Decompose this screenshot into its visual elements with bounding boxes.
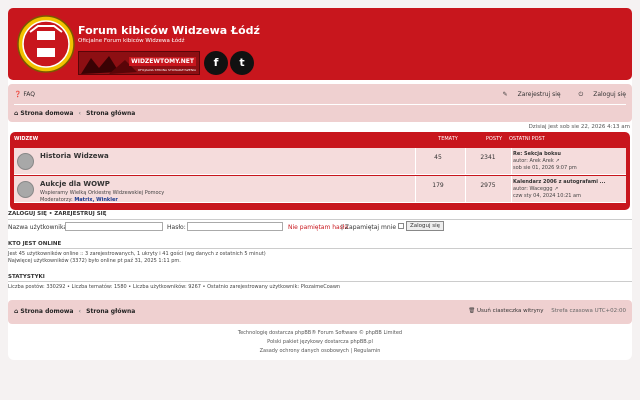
view-post-icon[interactable]: ↗: [555, 158, 559, 164]
section-divider: [8, 248, 632, 249]
forum-row: Aukcje dla WOWP Wspieramy Wielką Orkiest…: [14, 176, 626, 203]
last-post-title[interactable]: Re: Sekcja boksu: [513, 151, 561, 157]
edit-icon: ✎: [502, 91, 508, 98]
forum-title[interactable]: Aukcje dla WOWP: [40, 180, 110, 188]
column-divider: [465, 148, 466, 175]
widzewtomy-banner[interactable]: WIDZEWTOMY.NET OFICJALNA STRONA STOWARZY…: [78, 51, 200, 75]
crumb-separator: ‹: [78, 308, 82, 315]
last-post-header: OSTATNI POST: [509, 136, 545, 142]
footer-breadcrumb: ⌂ Strona domowa ‹ Strona główna: [14, 308, 135, 315]
login-label: Zaloguj się: [593, 91, 626, 98]
column-divider: [415, 148, 416, 175]
forum-title[interactable]: Historia Widzewa: [40, 152, 109, 160]
category-title[interactable]: WIDZEW: [14, 136, 38, 142]
faq-link[interactable]: ❓ FAQ: [14, 91, 35, 98]
delete-cookies-link[interactable]: Usuń ciasteczka witryny: [477, 308, 544, 314]
footer-right-links: 🗑 Usuń ciasteczka witryny Strefa czasowa…: [468, 308, 626, 314]
register-link[interactable]: ✎ Zarejestruj się: [495, 91, 561, 98]
faq-label: FAQ: [23, 91, 36, 98]
online-section-title: KTO JEST ONLINE: [8, 241, 62, 247]
timezone-label: Strefa czasowa UTC+02:00: [551, 308, 626, 314]
twitter-link[interactable]: t: [230, 51, 254, 75]
forum-last-post: Re: Sekcja boksu autor: Arek Arek ↗ sob …: [513, 151, 577, 172]
statistics-title: STATYSTYKI: [8, 274, 45, 280]
crumb-separator: ‹: [78, 110, 82, 117]
home-icon: ⌂: [14, 110, 19, 117]
home-icon: ⌂: [14, 308, 19, 315]
phpbb-credit[interactable]: Technologię dostarcza phpBB® Forum Softw…: [8, 330, 632, 336]
password-label: Hasło:: [167, 224, 186, 231]
remember-me-label: | Zapamiętaj mnie: [341, 224, 397, 231]
moderators-names[interactable]: Matrix, Winkler: [74, 197, 117, 203]
forum-description: Wspieramy Wielką Orkiestrę Widzewskiej P…: [40, 190, 165, 196]
moderators-label: Moderatorzy:: [40, 197, 73, 203]
last-post-date: sob sie 01, 2026 9:07 pm: [513, 165, 577, 171]
crumb-main[interactable]: Strona główna: [86, 308, 135, 315]
online-record-text: Najwięcej użytkowników (3372) było onlin…: [8, 258, 181, 264]
login-link[interactable]: ⏻ Zaloguj się: [571, 91, 626, 98]
login-section-title[interactable]: ZALOGUJ SIĘ • ZAREJESTRUJ SIĘ: [8, 211, 106, 217]
language-pack-credit[interactable]: Polski pakiet językowy dostarcza phpBB.p…: [8, 339, 632, 345]
section-divider: [8, 281, 632, 282]
forum-topics-count: 179: [432, 182, 444, 189]
last-post-title[interactable]: Kalendarz 2006 z autografami ...: [513, 179, 605, 185]
forum-read-icon: [17, 181, 34, 198]
current-date: Dzisiaj jest sob sie 22, 2026 4:13 am: [528, 124, 630, 130]
online-users-text: Jest 45 użytkowników online :: 3 zarejes…: [8, 251, 266, 257]
nav-links-row: ❓ FAQ ✎ Zarejestruj się ⏻ Zaloguj się: [14, 91, 626, 101]
nav-bar: ❓ FAQ ✎ Zarejestruj się ⏻ Zaloguj się ⌂ …: [8, 84, 632, 122]
register-label: Zarejestruj się: [517, 91, 561, 98]
forum-row: Historia Widzewa 45 2341 Re: Sekcja boks…: [14, 148, 626, 175]
username-label: Nazwa użytkownika:: [8, 224, 70, 231]
crumb-home[interactable]: Strona domowa: [20, 110, 73, 117]
banner-subtitle: OFICJALNA STRONA STOWARZYSZENIA: [137, 68, 196, 72]
last-post-date: czw sty 04, 2024 10:21 am: [513, 193, 581, 199]
forum-moderators: Moderatorzy: Matrix, Winkler: [40, 197, 118, 203]
crumb-main[interactable]: Strona główna: [86, 110, 135, 117]
login-button[interactable]: Zaloguj się: [406, 221, 445, 231]
facebook-icon: f: [213, 56, 219, 69]
help-icon: ❓: [14, 91, 22, 98]
nav-account-links: ✎ Zarejestruj się ⏻ Zaloguj się: [487, 91, 626, 99]
statistics-text: Liczba postów: 330292 • Liczba tematów: …: [8, 284, 341, 290]
forgot-password-link[interactable]: Nie pamiętam hasła: [288, 224, 348, 231]
forum-last-post: Kalendarz 2006 z autografami ... autor: …: [513, 179, 605, 200]
username-input[interactable]: [65, 222, 163, 231]
forum-read-icon: [17, 153, 34, 170]
site-description: Oficjalne Forum kibiców Widzewa Łódź: [78, 38, 185, 44]
facebook-link[interactable]: f: [204, 51, 228, 75]
crumb-home[interactable]: Strona domowa: [20, 308, 73, 315]
column-divider: [511, 176, 512, 203]
site-title[interactable]: Forum kibiców Widzewa Łódź: [78, 24, 260, 37]
footer-nav-bar: ⌂ Strona domowa ‹ Strona główna 🗑 Usuń c…: [8, 300, 632, 324]
forum-list-header: WIDZEW TEMATY POSTY OSTATNI POST: [10, 136, 630, 144]
forum-list: WIDZEW TEMATY POSTY OSTATNI POST Histori…: [10, 132, 630, 210]
club-crest-logo[interactable]: [16, 14, 76, 74]
breadcrumb: ⌂ Strona domowa ‹ Strona główna: [14, 110, 135, 117]
last-post-author[interactable]: autor: Arek Arek: [513, 158, 554, 164]
twitter-icon: t: [239, 56, 245, 69]
banner-label: WIDZEWTOMY.NET: [129, 57, 196, 66]
last-post-author[interactable]: autor: Waceggg: [513, 186, 553, 192]
topics-header: TEMATY: [438, 136, 458, 142]
site-header: Forum kibiców Widzewa Łódź Oficjalne For…: [8, 8, 632, 80]
forum-posts-count: 2341: [480, 154, 496, 161]
privacy-terms-links[interactable]: Zasady ochrony danych osobowych | Regula…: [8, 348, 632, 354]
section-divider: [8, 219, 632, 220]
column-divider: [465, 176, 466, 203]
quick-login-form: Nazwa użytkownika: Hasło: Nie pamiętam h…: [8, 221, 632, 232]
power-icon: ⏻: [578, 91, 584, 98]
forum-posts-count: 2975: [480, 182, 496, 189]
page-wrapper: Forum kibiców Widzewa Łódź Oficjalne For…: [8, 8, 632, 360]
column-divider: [511, 148, 512, 175]
nav-divider: [14, 104, 626, 105]
password-input[interactable]: [187, 222, 283, 231]
remember-me-checkbox[interactable]: [398, 223, 404, 229]
view-post-icon[interactable]: ↗: [554, 186, 558, 192]
trash-icon: 🗑: [468, 308, 476, 314]
column-divider: [415, 176, 416, 203]
forum-topics-count: 45: [434, 154, 442, 161]
